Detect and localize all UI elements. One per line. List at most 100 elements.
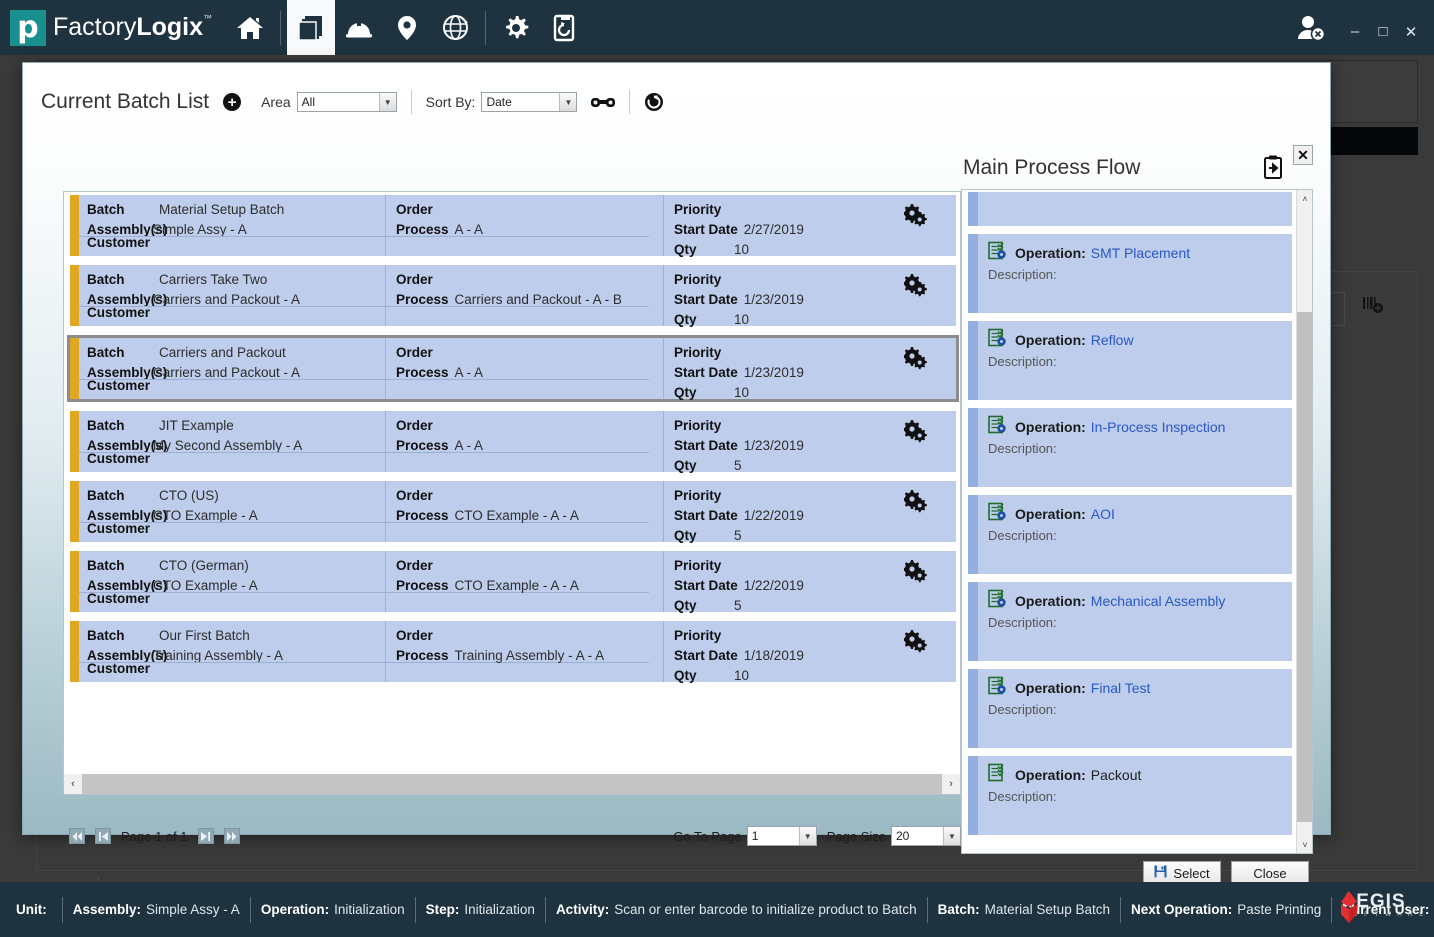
chevron-down-icon: ▼ — [799, 827, 816, 845]
batch-rows-group: BatchMaterial Setup BatchAssembly(s)Simp… — [64, 192, 961, 691]
start-date-field-value: 1/22/2019 — [744, 578, 804, 593]
batch-row-order: OrderProcessCTO Example - A - A — [385, 481, 663, 542]
last-page-button[interactable] — [224, 828, 240, 844]
operation-card[interactable]: Operation:Reflow Description: — [968, 321, 1292, 400]
row-status-stripe — [70, 621, 79, 682]
sort-by-select[interactable]: Date ▼ — [481, 92, 577, 112]
operation-name: Packout — [1091, 767, 1142, 783]
window-close-button[interactable]: ✕ — [1398, 13, 1424, 43]
operation-description: Description: — [988, 354, 1292, 369]
batch-row[interactable]: BatchCTO (German)Assembly(s)CTO Example … — [70, 551, 956, 612]
row-settings-gears-icon[interactable] — [904, 420, 930, 449]
window-maximize-button[interactable]: □ — [1370, 13, 1396, 43]
page-size-select[interactable]: 20 ▼ — [891, 826, 961, 846]
batch-row-content: BatchOur First BatchAssembly(s)Training … — [79, 621, 956, 682]
operation-heading: Operation:Reflow — [988, 328, 1292, 351]
user-logout-icon[interactable] — [1296, 14, 1326, 42]
batch-row[interactable]: BatchMaterial Setup BatchAssembly(s)Simp… — [70, 195, 956, 256]
operation-card[interactable]: Operation:Mechanical AssemblyDescription… — [968, 582, 1292, 661]
binoculars-icon[interactable] — [591, 95, 615, 109]
batch-row[interactable]: BatchCarriers Take TwoAssembly(s)Carrier… — [70, 265, 956, 326]
row-settings-gears-icon[interactable] — [904, 347, 930, 376]
brand-first: Factory — [53, 13, 136, 41]
operation-card[interactable]: Operation:PackoutDescription: — [968, 756, 1292, 835]
scroll-right-button[interactable]: › — [942, 774, 960, 794]
operation-card[interactable] — [968, 192, 1292, 226]
process-flow-container[interactable]: Operation:SMT PlacementDescription: Oper… — [961, 189, 1313, 854]
scroll-left-button[interactable]: ‹ — [64, 774, 82, 794]
batch-row-identity: BatchJIT ExampleAssembly(s)My Second Ass… — [79, 411, 385, 472]
window-minimize-button[interactable]: – — [1342, 13, 1368, 43]
floppy-disk-icon — [1154, 865, 1167, 881]
first-page-button[interactable] — [69, 828, 85, 844]
priority-field-label: Priority — [674, 202, 721, 217]
next-page-button[interactable] — [198, 828, 214, 844]
operation-card[interactable]: Operation:AOIDescription: — [968, 495, 1292, 574]
dialog-close-button[interactable]: ✕ — [1293, 145, 1313, 165]
operation-name: Reflow — [1091, 332, 1134, 348]
batch-row[interactable]: BatchOur First BatchAssembly(s)Training … — [70, 621, 956, 682]
operation-card[interactable]: Operation:Final TestDescription: — [968, 669, 1292, 748]
clipboard-import-icon[interactable] — [1263, 155, 1283, 184]
batch-row[interactable]: BatchCarriers and PackoutAssembly(s)Carr… — [67, 335, 959, 402]
batch-row-identity: BatchMaterial Setup BatchAssembly(s)Simp… — [79, 195, 385, 256]
start-date-field-value: 2/27/2019 — [744, 222, 804, 237]
batch-field-value: CTO (German) — [159, 558, 249, 573]
operation-card[interactable]: Operation:In-Process InspectionDescripti… — [968, 408, 1292, 487]
scroll-down-button[interactable]: ˅ — [1297, 836, 1313, 853]
nav-globe-icon[interactable] — [431, 0, 479, 55]
assembly-field-value: Training Assembly - A — [153, 648, 283, 663]
batch-field: BatchCarriers Take Two — [87, 270, 385, 290]
order-field: Order — [396, 556, 663, 576]
nav-settings-gear-icon[interactable] — [492, 0, 540, 55]
batch-list-horizontal-scrollbar[interactable]: ‹ › — [64, 774, 960, 794]
nav-reset-icon[interactable] — [540, 0, 588, 55]
qty-field: Qty10 — [674, 383, 956, 403]
batch-row[interactable]: BatchCTO (US)Assembly(s)CTO Example - AC… — [70, 481, 956, 542]
process-field-value: Carriers and Packout - A - B — [455, 292, 622, 307]
batch-row-schedule: PriorityStart Date1/23/2019Qty10 — [663, 265, 956, 326]
qty-field-value: 5 — [734, 598, 742, 613]
nav-hardhat-icon[interactable] — [335, 0, 383, 55]
operation-body: Operation:SMT PlacementDescription: — [978, 234, 1292, 313]
area-select[interactable]: All ▼ — [297, 92, 397, 112]
process-field-value: CTO Example - A - A — [455, 508, 579, 523]
customer-field: Customer — [87, 661, 150, 676]
row-settings-gears-icon[interactable] — [904, 204, 930, 233]
process-field-label: Process — [396, 292, 449, 307]
status-item-key: Unit: — [16, 902, 47, 917]
order-field-label: Order — [396, 558, 433, 573]
assembly-field-value: Simple Assy - A — [153, 222, 247, 237]
row-settings-gears-icon[interactable] — [904, 560, 930, 589]
row-settings-gears-icon[interactable] — [904, 630, 930, 659]
refresh-circle-icon[interactable] — [644, 92, 664, 112]
brand-second: Logix — [136, 13, 203, 41]
order-field-label: Order — [396, 202, 433, 217]
operation-label: Operation: — [1015, 593, 1086, 609]
nav-documents-icon[interactable] — [287, 0, 335, 55]
qty-field-label: Qty — [674, 526, 722, 546]
process-flow-vertical-scrollbar[interactable]: ˄ ˅ — [1296, 190, 1312, 853]
row-status-stripe — [70, 265, 79, 326]
row-settings-gears-icon[interactable] — [904, 274, 930, 303]
batch-row[interactable]: BatchJIT ExampleAssembly(s)My Second Ass… — [70, 411, 956, 472]
assembly-field-value: CTO Example - A — [153, 508, 258, 523]
operation-heading: Operation:SMT Placement — [988, 241, 1292, 264]
status-item-key: Assembly: — [73, 902, 141, 917]
add-batch-button[interactable]: + — [223, 93, 241, 111]
operation-stripe — [968, 408, 978, 487]
batch-list-container[interactable]: BatchMaterial Setup BatchAssembly(s)Simp… — [63, 191, 961, 795]
operation-checklist-icon — [988, 415, 1008, 438]
nav-home-icon[interactable] — [226, 0, 274, 55]
sort-by-label: Sort By: — [426, 94, 476, 110]
go-to-page-select[interactable]: 1 ▼ — [747, 826, 817, 846]
row-settings-gears-icon[interactable] — [904, 490, 930, 519]
scroll-up-button[interactable]: ˄ — [1297, 190, 1313, 207]
nav-location-pin-icon[interactable] — [383, 0, 431, 55]
previous-page-button[interactable] — [95, 828, 111, 844]
status-item: Step:Initialization — [416, 902, 545, 917]
operation-heading: Operation:In-Process Inspection — [988, 415, 1292, 438]
operation-card[interactable]: Operation:SMT PlacementDescription: — [968, 234, 1292, 313]
batch-field-label: Batch — [87, 200, 153, 220]
scrollbar-thumb[interactable] — [1297, 312, 1313, 822]
